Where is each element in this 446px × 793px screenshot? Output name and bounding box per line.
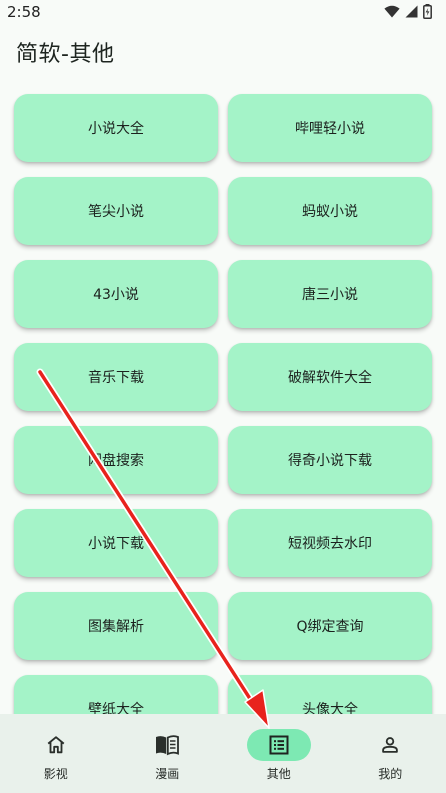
- tile-cracked-software[interactable]: 破解软件大全: [228, 343, 432, 411]
- nav-item-me[interactable]: 我的: [335, 714, 446, 793]
- tile-43-novel[interactable]: 43小说: [14, 260, 218, 328]
- status-time: 2:58: [7, 3, 41, 21]
- nav-label: 漫画: [155, 767, 180, 781]
- app-screen: 2:58 简软-其他 小说大全 哔哩轻小说 笔尖小说 蚂蚁小说 43小说 唐三小…: [0, 0, 446, 793]
- tile-watermark-removal[interactable]: 短视频去水印: [228, 509, 432, 577]
- tile-bilibili-light-novel[interactable]: 哔哩轻小说: [228, 94, 432, 162]
- page-title: 简软-其他: [16, 42, 115, 67]
- tile-tangsan-novel[interactable]: 唐三小说: [228, 260, 432, 328]
- battery-icon: [423, 4, 432, 19]
- tile-q-binding-lookup[interactable]: Q绑定查询: [228, 592, 432, 660]
- wifi-icon: [384, 5, 400, 18]
- nav-item-other[interactable]: 其他: [223, 714, 335, 793]
- nav-icon-container: [135, 729, 199, 761]
- nav-icon-container-active: [246, 729, 311, 761]
- tool-grid: 小说大全 哔哩轻小说 笔尖小说 蚂蚁小说 43小说 唐三小说 音乐下载 破解软件…: [14, 94, 432, 743]
- home-icon: [47, 736, 65, 754]
- book-icon: [156, 735, 180, 756]
- person-icon: [382, 737, 399, 753]
- nav-label: 我的: [378, 767, 403, 781]
- tile-mayi-novel[interactable]: 蚂蚁小说: [228, 177, 432, 245]
- tile-netdisk-search[interactable]: 网盘搜索: [14, 426, 218, 494]
- tile-novel-download[interactable]: 小说下载: [14, 509, 218, 577]
- nav-icon-container: [24, 729, 88, 761]
- signal-icon: [405, 5, 418, 18]
- nav-item-movies[interactable]: 影视: [0, 714, 112, 793]
- tile-novel-collection[interactable]: 小说大全: [14, 94, 218, 162]
- tile-gallery-parser[interactable]: 图集解析: [14, 592, 218, 660]
- bottom-navigation: 影视 漫画 其他 我的: [0, 714, 446, 793]
- nav-label: 影视: [43, 767, 68, 781]
- nav-icon-container: [358, 729, 422, 761]
- nav-label: 其他: [266, 767, 291, 781]
- tile-music-download[interactable]: 音乐下载: [14, 343, 218, 411]
- status-bar: 2:58: [0, 0, 446, 26]
- list-icon: [269, 735, 289, 755]
- tile-bijian-novel[interactable]: 笔尖小说: [14, 177, 218, 245]
- nav-item-comics[interactable]: 漫画: [112, 714, 224, 793]
- tile-deqi-novel-download[interactable]: 得奇小说下载: [228, 426, 432, 494]
- status-icons: [384, 4, 432, 19]
